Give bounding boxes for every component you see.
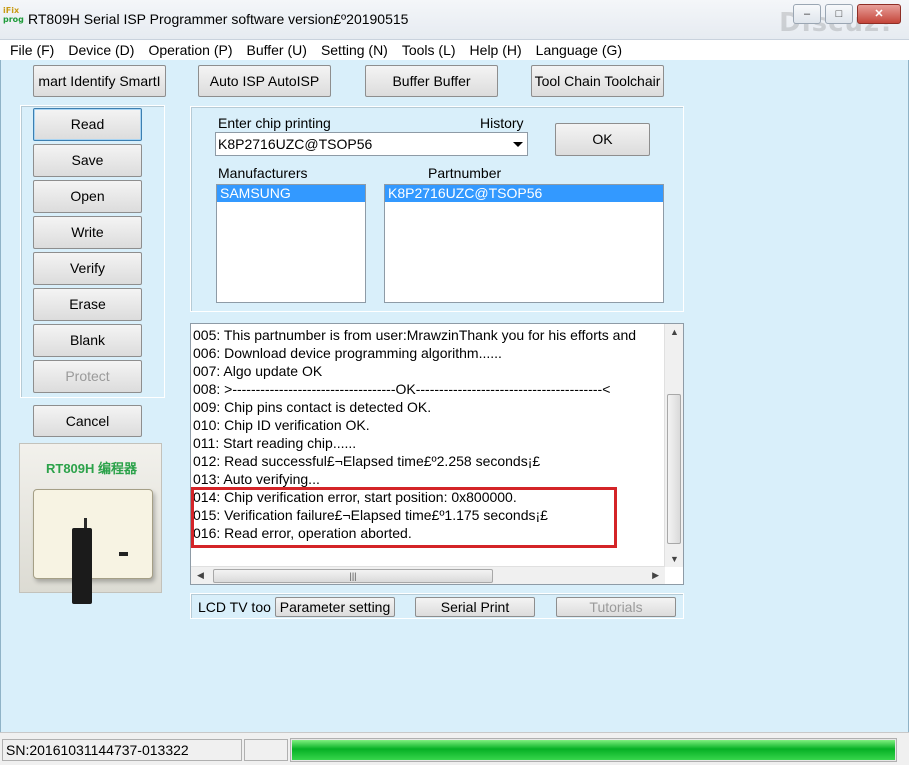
protect-button[interactable]: Protect (33, 360, 142, 393)
cancel-button[interactable]: Cancel (33, 405, 142, 437)
tool-chain-button[interactable]: Tool Chain Toolchair (531, 65, 664, 97)
menu-file[interactable]: File (F) (0, 40, 54, 60)
read-button[interactable]: Read (33, 108, 142, 141)
scroll-down-arrow-icon[interactable]: ▼ (670, 554, 679, 564)
write-button[interactable]: Write (33, 216, 142, 249)
log-line: 014: Chip verification error, start posi… (193, 489, 517, 505)
log-line: 009: Chip pins contact is detected OK. (193, 399, 432, 415)
menu-device[interactable]: Device (D) (58, 40, 134, 60)
minimize-button[interactable]: – (793, 4, 821, 24)
window-controls: – □ ✕ (793, 4, 901, 24)
history-label: History (480, 115, 524, 131)
menu-operation[interactable]: Operation (P) (138, 40, 232, 60)
chip-printing-value: K8P2716UZC@TSOP56 (218, 136, 373, 152)
lcd-tv-tools-label: LCD TV too (198, 599, 271, 615)
programmer-device-image: RT809H 编程器 (19, 443, 162, 604)
log-vertical-scroll-thumb[interactable] (667, 394, 681, 544)
log-horizontal-scroll-thumb[interactable]: ||| (213, 569, 493, 583)
chip-printing-combo[interactable]: K8P2716UZC@TSOP56 (215, 132, 528, 156)
scroll-left-arrow-icon[interactable]: ◀ (197, 570, 204, 581)
buffer-button[interactable]: Buffer Buffer (365, 65, 498, 97)
enter-chip-label: Enter chip printing (218, 115, 331, 131)
zif-socket-graphic (72, 528, 92, 604)
log-vertical-scrollbar[interactable]: ▲ ▼ (664, 324, 683, 567)
blank-button[interactable]: Blank (33, 324, 142, 357)
verify-button[interactable]: Verify (33, 252, 142, 285)
serial-print-button[interactable]: Serial Print (415, 597, 535, 617)
tutorials-button[interactable]: Tutorials (556, 597, 676, 617)
erase-button[interactable]: Erase (33, 288, 142, 321)
menu-help[interactable]: Help (H) (460, 40, 522, 60)
maximize-button[interactable]: □ (825, 4, 853, 24)
log-line: 011: Start reading chip...... (193, 435, 357, 451)
log-line: 012: Read successful£¬Elapsed time£º2.25… (193, 453, 541, 469)
status-bar: SN:20161031144737-013322 (0, 732, 909, 765)
chevron-down-icon[interactable] (513, 142, 523, 147)
device-image-caption: RT809H 编程器 (45, 461, 138, 476)
progress-bar-fill (292, 740, 895, 760)
list-item[interactable]: SAMSUNG (217, 185, 365, 202)
menu-setting[interactable]: Setting (N) (311, 40, 388, 60)
smart-identify-button[interactable]: mart Identify SmartI (33, 65, 166, 97)
status-cell (244, 739, 288, 761)
app-logo-text-top: iFix (3, 6, 20, 15)
manufacturers-list[interactable]: SAMSUNG (216, 184, 366, 303)
auto-isp-button[interactable]: Auto ISP AutoISP (198, 65, 331, 97)
window-title: RT809H Serial ISP Programmer software ve… (28, 11, 409, 27)
list-item[interactable]: K8P2716UZC@TSOP56 (385, 185, 663, 202)
device-body-graphic (33, 489, 153, 604)
open-button[interactable]: Open (33, 180, 142, 213)
app-logo-icon: iFix prog (3, 6, 24, 30)
log-output[interactable]: 005: This partnumber is from user:Mrawzi… (190, 323, 684, 585)
log-line: 016: Read error, operation aborted. (193, 525, 412, 541)
scroll-up-arrow-icon[interactable]: ▲ (670, 327, 679, 337)
serial-number-status: SN:20161031144737-013322 (2, 739, 242, 761)
title-bar: iFix prog RT809H Serial ISP Programmer s… (0, 0, 909, 40)
main-window-client: mart Identify SmartI Auto ISP AutoISP Bu… (0, 60, 909, 732)
log-line: 013: Auto verifying... (193, 471, 320, 487)
device-led-graphic (119, 552, 128, 556)
close-button[interactable]: ✕ (857, 4, 901, 24)
log-line: 007: Algo update OK (193, 363, 323, 379)
menu-bar: File (F) Device (D) Operation (P) Buffer… (0, 40, 909, 60)
scroll-right-arrow-icon[interactable]: ▶ (652, 570, 659, 581)
log-line: 006: Download device programming algorit… (193, 345, 502, 361)
log-line: 015: Verification failure£¬Elapsed time£… (193, 507, 548, 523)
menu-language[interactable]: Language (G) (526, 40, 622, 60)
log-line: 010: Chip ID verification OK. (193, 417, 370, 433)
parameter-setting-button[interactable]: Parameter setting (275, 597, 395, 617)
menu-tools[interactable]: Tools (L) (392, 40, 456, 60)
progress-bar (290, 738, 897, 762)
log-line: 005: This partnumber is from user:Mrawzi… (193, 327, 637, 343)
save-button[interactable]: Save (33, 144, 142, 177)
log-lines: 005: This partnumber is from user:Mrawzi… (193, 326, 663, 542)
menu-buffer[interactable]: Buffer (U) (237, 40, 307, 60)
log-horizontal-scrollbar[interactable]: ◀ ||| ▶ (191, 566, 665, 584)
partnumber-label: Partnumber (428, 165, 502, 181)
app-logo-text-bottom: prog (3, 15, 24, 24)
partnumber-list[interactable]: K8P2716UZC@TSOP56 (384, 184, 664, 303)
log-line: 008: >----------------------------------… (193, 381, 611, 397)
manufacturers-label: Manufacturers (218, 165, 308, 181)
ok-button[interactable]: OK (555, 123, 650, 156)
